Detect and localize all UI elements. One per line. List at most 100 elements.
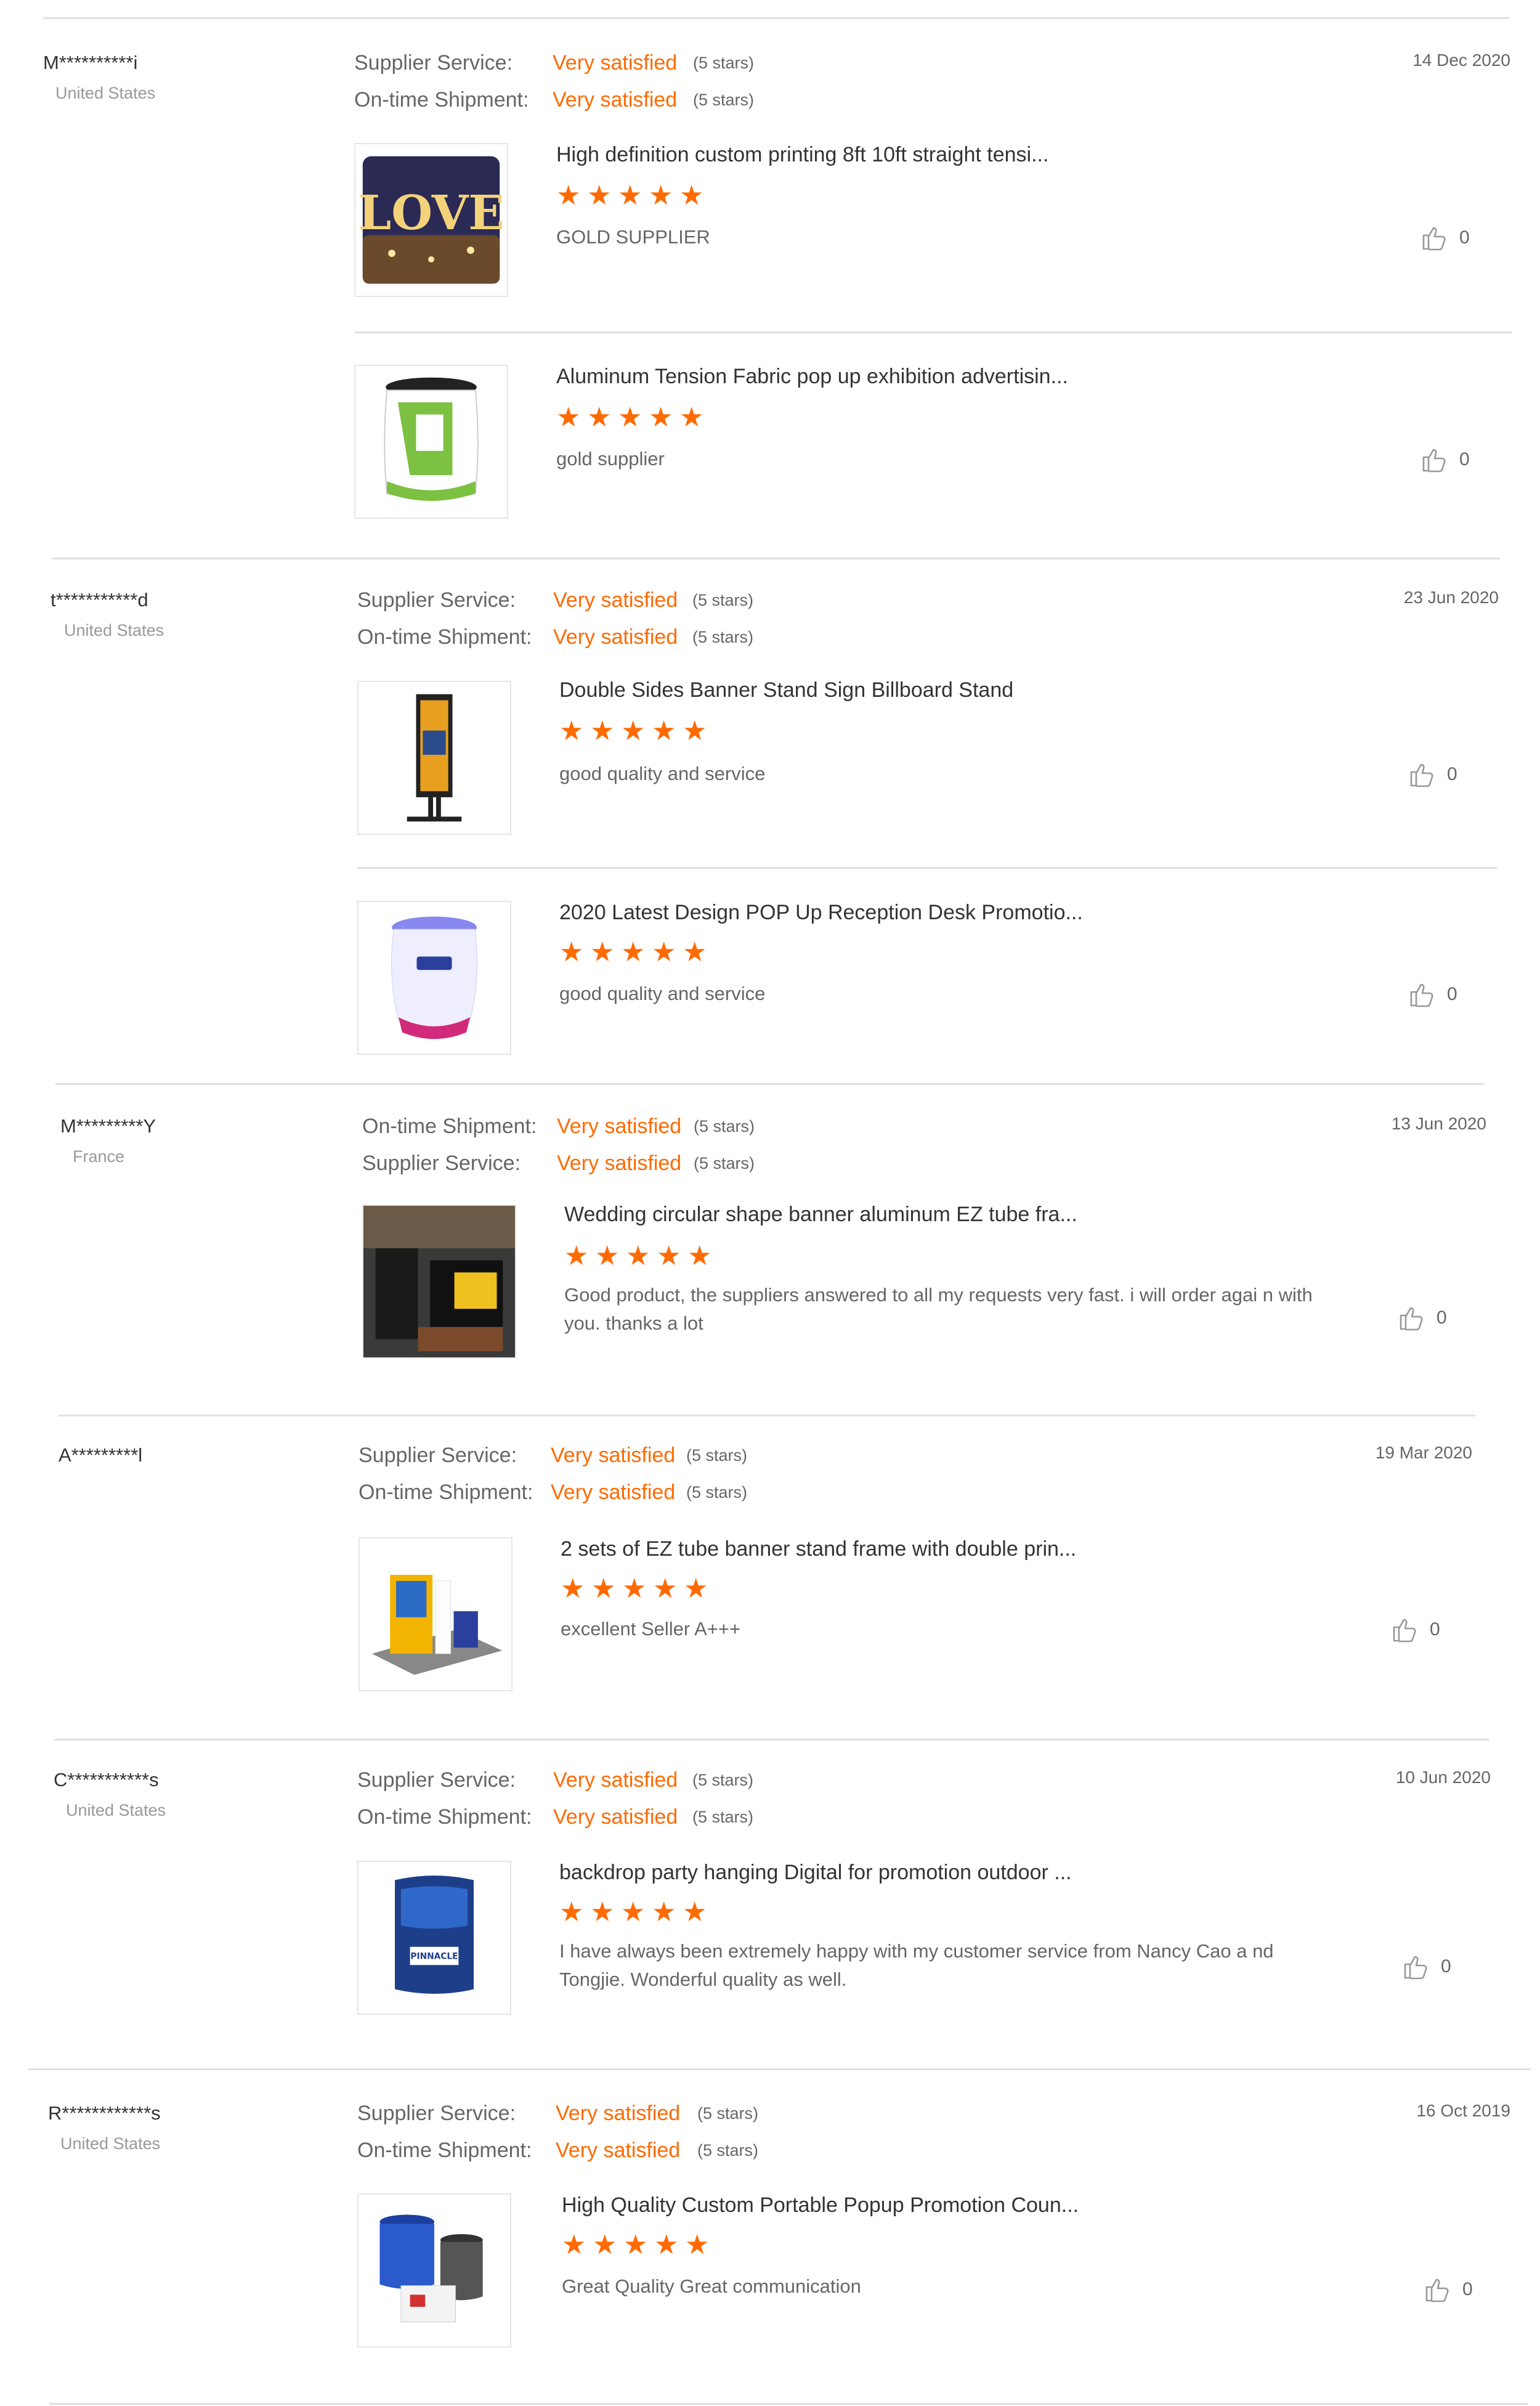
rating-value: Very satisfied bbox=[556, 2102, 681, 2125]
reviewer-country: France bbox=[73, 1147, 125, 1166]
like-button[interactable]: 0 bbox=[1420, 445, 1470, 474]
rating-label: On-time Shipment: bbox=[362, 1115, 537, 1138]
reviewer-name: R************s bbox=[48, 2102, 161, 2124]
thumbs-up-icon bbox=[1410, 983, 1433, 1007]
star-rating: ★ ★ ★ ★ ★ bbox=[559, 718, 710, 745]
rating-value: Very satisfied bbox=[553, 625, 678, 649]
like-button[interactable]: 0 bbox=[1390, 1615, 1440, 1644]
review-feedback: Great Quality Great communication bbox=[562, 2275, 861, 2297]
product-title[interactable]: backdrop party hanging Digital for promo… bbox=[559, 1861, 1072, 1885]
popup-counters-image[interactable] bbox=[357, 2193, 511, 2347]
review-feedback: gold supplier bbox=[556, 448, 665, 469]
hanging-banner-image[interactable]: PINNACLE bbox=[357, 1861, 511, 2015]
rating-stars-text: (5 stars) bbox=[692, 628, 754, 646]
rating-stars-text: (5 stars) bbox=[692, 591, 754, 609]
product-divider bbox=[357, 867, 1497, 869]
rating-stars-text: (5 stars) bbox=[693, 54, 755, 72]
like-button[interactable]: 0 bbox=[1408, 760, 1457, 789]
reception-desk-image[interactable] bbox=[357, 901, 511, 1055]
product-title[interactable]: 2 sets of EZ tube banner stand frame wit… bbox=[561, 1537, 1076, 1561]
like-count: 0 bbox=[1447, 984, 1457, 1004]
star-icon: ★ bbox=[679, 181, 704, 211]
like-button[interactable]: 0 bbox=[1423, 2275, 1473, 2304]
counter-image[interactable] bbox=[354, 365, 508, 519]
love-backdrop-image[interactable]: LOVE bbox=[354, 143, 508, 297]
review-feedback: Good product, the suppliers answered to … bbox=[564, 1284, 1313, 1334]
product-title[interactable]: High definition custom printing 8ft 10ft… bbox=[556, 143, 1048, 167]
reviewer-country: United States bbox=[60, 2134, 161, 2153]
product-title[interactable]: Wedding circular shape banner aluminum E… bbox=[564, 1203, 1077, 1227]
rating-value: Very satisfied bbox=[553, 588, 678, 612]
rating-label: On-time Shipment: bbox=[357, 625, 532, 649]
review-feedback: good quality and service bbox=[559, 763, 766, 784]
product-title[interactable]: 2020 Latest Design POP Up Reception Desk… bbox=[559, 901, 1083, 925]
star-rating: ★ ★ ★ ★ ★ bbox=[559, 939, 710, 966]
reviewed-product: 2 sets of EZ tube banner stand frame wit… bbox=[359, 1537, 1486, 1697]
thumbs-up-icon bbox=[1410, 763, 1433, 787]
rating-value: Very satisfied bbox=[551, 1444, 676, 1467]
rating-label: Supplier Service: bbox=[357, 588, 516, 612]
star-icon: ★ bbox=[621, 937, 646, 967]
rating-stars-text: (5 stars) bbox=[686, 1446, 748, 1465]
rating-label: Supplier Service: bbox=[359, 1444, 517, 1467]
star-icon: ★ bbox=[654, 2230, 679, 2260]
product-title[interactable]: Aluminum Tension Fabric pop up exhibitio… bbox=[556, 365, 1068, 389]
like-count: 0 bbox=[1459, 449, 1470, 469]
star-icon: ★ bbox=[679, 402, 704, 433]
star-icon: ★ bbox=[559, 1897, 584, 1927]
star-rating: ★ ★ ★ ★ ★ bbox=[562, 2232, 712, 2259]
star-icon: ★ bbox=[618, 181, 642, 211]
review: A*********l 19 Mar 2020 Supplier Service… bbox=[0, 1417, 1540, 1741]
review: t***********d United States 23 Jun 2020 … bbox=[0, 561, 1540, 1085]
star-icon: ★ bbox=[621, 1897, 646, 1927]
like-button[interactable]: 0 bbox=[1408, 980, 1457, 1009]
star-icon: ★ bbox=[591, 1574, 616, 1604]
rating-stars-text: (5 stars) bbox=[694, 1117, 755, 1136]
banner-photo-image[interactable] bbox=[362, 1205, 516, 1359]
like-button[interactable]: 0 bbox=[1397, 1303, 1447, 1333]
star-rating: ★ ★ ★ ★ ★ bbox=[556, 182, 707, 209]
review-feedback: excellent Seller A+++ bbox=[561, 1618, 741, 1640]
rating-stars-text: (5 stars) bbox=[686, 1483, 748, 1502]
star-icon: ★ bbox=[687, 1241, 712, 1271]
reviewed-product: PINNACLE backdrop party hanging Digital … bbox=[357, 1861, 1491, 2021]
star-icon: ★ bbox=[556, 402, 581, 433]
reviewer-name: M**********i bbox=[43, 52, 138, 73]
booth-image[interactable] bbox=[359, 1537, 513, 1691]
rating-stars-text: (5 stars) bbox=[697, 2141, 759, 2160]
reviewed-product: LOVE High definition custom printing 8ft… bbox=[354, 143, 1512, 334]
billboard-stand-image[interactable] bbox=[357, 681, 511, 835]
like-count: 0 bbox=[1462, 2279, 1473, 2299]
reviewer-country: United States bbox=[55, 84, 156, 102]
review: M**********i United States 14 Dec 2020 S… bbox=[0, 0, 1540, 561]
rating-stars-text: (5 stars) bbox=[692, 1771, 754, 1789]
like-button[interactable]: 0 bbox=[1401, 1952, 1451, 1981]
star-icon: ★ bbox=[590, 937, 615, 967]
reviewer-country: United States bbox=[66, 1801, 166, 1819]
star-icon: ★ bbox=[683, 716, 707, 746]
product-title[interactable]: Double Sides Banner Stand Sign Billboard… bbox=[559, 678, 1013, 702]
review: C***********s United States 10 Jun 2020 … bbox=[0, 1741, 1540, 2070]
review: R************s United States 16 Oct 2019… bbox=[0, 2070, 1540, 2406]
star-icon: ★ bbox=[626, 1241, 650, 1271]
thumbs-up-icon bbox=[1404, 1956, 1427, 1980]
rating-value: Very satisfied bbox=[556, 2139, 681, 2162]
review-feedback: I have always been extremely happy with … bbox=[559, 1940, 1274, 1990]
star-rating: ★ ★ ★ ★ ★ bbox=[564, 1243, 715, 1270]
review-feedback: good quality and service bbox=[559, 983, 766, 1004]
star-icon: ★ bbox=[684, 1574, 708, 1604]
like-button[interactable]: 0 bbox=[1420, 223, 1470, 253]
star-icon: ★ bbox=[593, 2230, 617, 2260]
like-count: 0 bbox=[1441, 1956, 1451, 1977]
star-icon: ★ bbox=[618, 402, 642, 433]
star-icon: ★ bbox=[621, 716, 646, 746]
rating-label: Supplier Service: bbox=[354, 51, 513, 75]
rating-stars-text: (5 stars) bbox=[692, 1808, 754, 1826]
product-divider bbox=[354, 331, 1512, 333]
star-icon: ★ bbox=[561, 1574, 585, 1604]
product-title[interactable]: High Quality Custom Portable Popup Promo… bbox=[562, 2193, 1079, 2217]
review-date: 13 Jun 2020 bbox=[1391, 1114, 1486, 1133]
star-icon: ★ bbox=[683, 937, 707, 967]
reviewed-product: Aluminum Tension Fabric pop up exhibitio… bbox=[354, 365, 1512, 531]
star-icon: ★ bbox=[590, 1897, 615, 1927]
